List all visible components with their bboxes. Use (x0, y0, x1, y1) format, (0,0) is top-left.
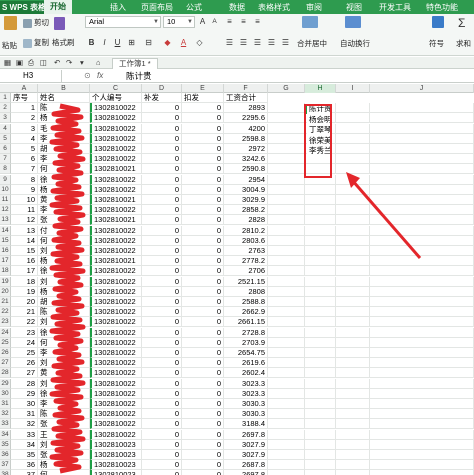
red-arrow-annotation (346, 172, 422, 259)
